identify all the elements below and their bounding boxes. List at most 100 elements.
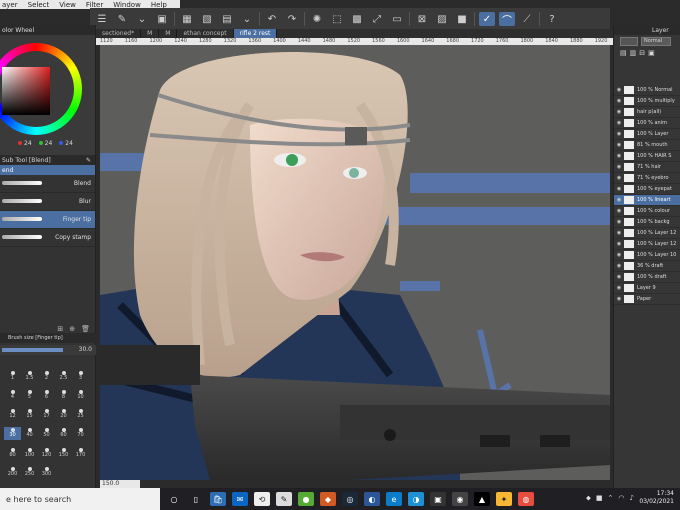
clock[interactable]: 17:34 03/02/2021: [639, 490, 674, 506]
canvas-tab[interactable]: M: [159, 29, 178, 38]
brush-size-preset[interactable]: 2: [38, 370, 55, 383]
brush-size-preset[interactable]: 10: [72, 389, 89, 402]
eye-icon[interactable]: ◉: [614, 87, 624, 93]
eye-icon[interactable]: ◉: [614, 153, 624, 159]
eye-icon[interactable]: ◉: [614, 274, 624, 280]
selection-icon[interactable]: ■: [454, 12, 470, 26]
brush-size-preset[interactable]: 250: [21, 466, 38, 479]
chrome-icon[interactable]: ◍: [518, 492, 534, 506]
snap-curve-icon[interactable]: ⌒: [499, 12, 515, 27]
taskbar-search[interactable]: e here to search: [0, 488, 160, 510]
brush-size-preset[interactable]: 17: [38, 408, 55, 421]
brush-size-preset[interactable]: 50: [38, 427, 55, 440]
layer-row[interactable]: ◉ 100 % draft: [614, 272, 680, 283]
companion-mode-icon[interactable]: ▣: [154, 12, 170, 26]
brush-size-preset[interactable]: 150: [55, 447, 72, 460]
wifi-icon[interactable]: ◠: [618, 494, 624, 503]
eye-icon[interactable]: ◉: [614, 98, 624, 104]
brush-size-preset[interactable]: 170: [72, 447, 89, 460]
fill-icon[interactable]: ▩: [349, 12, 365, 26]
layer-row[interactable]: ◉ 100 % Layer 12: [614, 228, 680, 239]
lock-icon[interactable]: ▣: [648, 49, 655, 57]
canvas-tab[interactable]: M: [141, 29, 160, 38]
brush-item[interactable]: Blend: [0, 175, 95, 193]
brush-size-preset[interactable]: 60: [55, 427, 72, 440]
edge-browser-icon[interactable]: ◑: [408, 492, 424, 506]
menu-layer[interactable]: ayer: [2, 1, 18, 9]
deselect-icon[interactable]: ⊠: [414, 12, 430, 26]
hamburger-menu-icon[interactable]: ☰: [94, 12, 110, 26]
menu-select[interactable]: Select: [28, 1, 50, 9]
sd-icon[interactable]: ◉: [452, 492, 468, 506]
layer-row[interactable]: ◉ 100 % colour: [614, 206, 680, 217]
eye-icon[interactable]: ◉: [614, 164, 624, 170]
app-icon[interactable]: ◆: [320, 492, 336, 506]
app3-icon[interactable]: ▣: [430, 492, 446, 506]
layer-mode-icon[interactable]: ▥: [630, 49, 637, 57]
eye-icon[interactable]: ◉: [614, 252, 624, 258]
eye-icon[interactable]: ◉: [614, 296, 624, 302]
taskview-windows-icon[interactable]: ▯: [188, 492, 204, 506]
volume-icon[interactable]: ♪: [630, 494, 634, 503]
photos-icon[interactable]: ✦: [496, 492, 512, 506]
eye-icon[interactable]: ◉: [614, 175, 624, 181]
layer-row[interactable]: ◉ 81 % mouth: [614, 140, 680, 151]
image-icon[interactable]: ▦: [179, 12, 195, 26]
layer-row[interactable]: ◉ Paper: [614, 294, 680, 305]
app2-icon[interactable]: ◐: [364, 492, 380, 506]
layer-row[interactable]: ◉ hair p(all): [614, 107, 680, 118]
opacity-icon[interactable]: ▤: [620, 49, 627, 57]
zoom-level[interactable]: 150.0: [100, 480, 140, 488]
eye-icon[interactable]: ◉: [614, 241, 624, 247]
store-icon[interactable]: 🛍: [210, 492, 226, 506]
brush-size-preset[interactable]: 3: [72, 370, 89, 383]
mail-icon[interactable]: ✉: [232, 492, 248, 506]
brush-item[interactable]: Blur: [0, 193, 95, 211]
menu-view[interactable]: View: [59, 1, 76, 9]
canvas-tab[interactable]: sectioned*: [96, 29, 142, 38]
layer-icon-box[interactable]: [620, 36, 638, 46]
layer-row[interactable]: ◉ 100 % Normal: [614, 85, 680, 96]
epic-games-icon[interactable]: ▲: [474, 492, 490, 506]
eye-icon[interactable]: ◉: [614, 219, 624, 225]
eye-icon[interactable]: ◉: [614, 263, 624, 269]
brush-size-preset[interactable]: 12: [4, 408, 21, 421]
redo-icon[interactable]: ↷: [284, 12, 300, 26]
eye-icon[interactable]: ◉: [614, 285, 624, 291]
layer-row[interactable]: ◉ 100 % backg: [614, 217, 680, 228]
brush-size-preset[interactable]: 100: [21, 447, 38, 460]
game-icon[interactable]: ●: [298, 492, 314, 506]
loading-icon[interactable]: ✺: [309, 12, 325, 26]
layer-row[interactable]: ◉ 100 % eyepat: [614, 184, 680, 195]
brush-size-preset[interactable]: 200: [4, 466, 21, 479]
layer-row[interactable]: ◉ 100 % Layer: [614, 129, 680, 140]
canvas-tab[interactable]: rifle 2 rest: [233, 29, 278, 38]
brush-size-preset[interactable]: 40: [21, 427, 38, 440]
clip-studio-icon[interactable]: ⟲: [254, 492, 270, 506]
layer-row[interactable]: ◉ 71 % eyebro: [614, 173, 680, 184]
brush-size-preset[interactable]: 1: [4, 370, 21, 383]
layer-row[interactable]: ◉ 71 % hair: [614, 162, 680, 173]
brush-size-preset[interactable]: 6: [38, 389, 55, 402]
clear-icon[interactable]: ⬚: [329, 12, 345, 26]
drawing-canvas[interactable]: [100, 45, 610, 480]
edge-icon[interactable]: e: [386, 492, 402, 506]
blend-mode-select[interactable]: Normal: [641, 36, 671, 46]
brush-size-preset[interactable]: 30: [4, 427, 21, 441]
layer-row[interactable]: ◉ 100 % HAIR S: [614, 151, 680, 162]
brush-size-preset[interactable]: 70: [72, 427, 89, 440]
eye-icon[interactable]: ◉: [614, 109, 624, 115]
snap-icon[interactable]: ✓: [479, 12, 495, 26]
notification-icon[interactable]: ⬥: [586, 494, 591, 503]
canvas-tab[interactable]: ethan concept: [177, 29, 234, 38]
subtool-group[interactable]: end: [0, 165, 95, 175]
ruler-icon[interactable]: ▭: [389, 12, 405, 26]
steam-icon[interactable]: ◎: [342, 492, 358, 506]
task-view-icon[interactable]: ○: [166, 492, 182, 506]
new-canvas-icon[interactable]: ✎: [114, 12, 130, 26]
brush-size-preset[interactable]: 300: [38, 466, 55, 479]
layer-row[interactable]: ◉ 100 % anim: [614, 118, 680, 129]
layer-row[interactable]: ◉ 100 % Layer 12: [614, 239, 680, 250]
invert-selection-icon[interactable]: ▨: [434, 12, 450, 26]
dropdown-chevron-icon[interactable]: ⌄: [134, 12, 150, 26]
